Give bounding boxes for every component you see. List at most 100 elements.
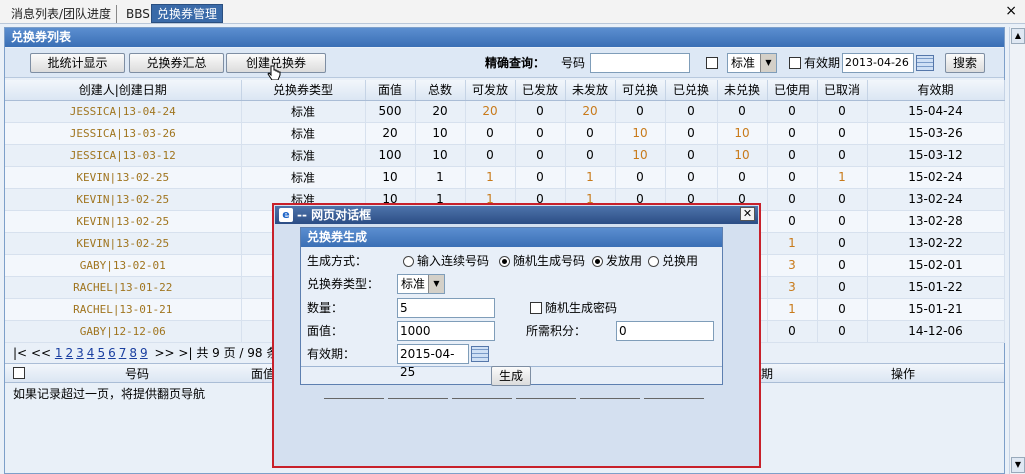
col-unissued[interactable]: 未发放: [565, 80, 616, 101]
dialog-expiry-input[interactable]: 2015-04-25: [397, 344, 469, 379]
creator-date-cell: JESSICA|13-03-12: [5, 144, 242, 167]
radio-redeem-label: 兑换用: [662, 254, 699, 268]
tab-bbs[interactable]: BBS: [121, 5, 155, 23]
col-action: 操作: [891, 367, 916, 381]
toolbar: 批统计显示 兑换券汇总 创建兑换券 精确查询： 号码 标准 ▼ 有效期 2013…: [5, 48, 1004, 81]
next-page-link[interactable]: >>: [154, 346, 174, 360]
col-unredeemed[interactable]: 未兑换: [717, 80, 768, 101]
generate-button[interactable]: 生成: [491, 366, 531, 386]
tab-messages[interactable]: 消息列表/团队进度: [6, 5, 118, 23]
batch-stats-button[interactable]: 批统计显示: [30, 53, 125, 73]
face-value-label: 面值：: [307, 324, 344, 338]
page-link[interactable]: 1: [55, 346, 63, 360]
dialog-type-value: 标准: [401, 277, 426, 291]
expiry-label: 有效期: [804, 56, 841, 70]
page-link[interactable]: 2: [66, 346, 74, 360]
table-row[interactable]: JESSICA|13-03-12 标准 100 10 0 0 0 10 0 10 0 0 15-03-1…: [5, 144, 1005, 167]
table-cell: 20: [565, 100, 616, 123]
table-cell: 10: [615, 144, 666, 167]
col-creator-date[interactable]: 创建人|创建日期: [5, 80, 242, 101]
table-cell: 0: [817, 232, 868, 255]
prev-page-link[interactable]: <<: [31, 346, 51, 360]
page-link[interactable]: 7: [119, 346, 127, 360]
divider-line: [324, 398, 384, 399]
table-cell: 0: [465, 144, 516, 167]
creator-date-cell: KEVIN|13-02-25: [5, 210, 242, 233]
col-issuable[interactable]: 可发放: [465, 80, 516, 101]
page-summary: 共 9 页 / 98 条: [196, 346, 279, 360]
close-icon[interactable]: ×: [1005, 3, 1017, 19]
table-cell: 20: [465, 100, 516, 123]
col-expiry[interactable]: 有效期: [867, 80, 1005, 101]
radio-random-label: 随机生成号码: [513, 254, 586, 268]
table-cell: 0: [515, 166, 566, 189]
table-cell: 标准: [241, 166, 366, 189]
radio-sequential[interactable]: [403, 256, 414, 267]
dialog-close-icon[interactable]: ✕: [740, 207, 755, 221]
table-row[interactable]: KEVIN|13-02-25 标准 10 1 1 0 1 0 0 0 0 1 15-02-24: [5, 166, 1005, 189]
col-issued[interactable]: 已发放: [515, 80, 566, 101]
table-cell: 0: [665, 122, 718, 145]
type-label: 兑换券类型：: [307, 277, 380, 291]
first-page-link[interactable]: |<: [13, 346, 27, 360]
type-select[interactable]: 标准 ▼: [727, 53, 777, 73]
page-link[interactable]: 9: [140, 346, 148, 360]
number-input[interactable]: [590, 53, 690, 73]
page-link[interactable]: 5: [97, 346, 105, 360]
last-page-link[interactable]: >|: [178, 346, 192, 360]
face-value-input[interactable]: 1000: [397, 321, 495, 341]
divider-line: [452, 398, 512, 399]
calendar-icon[interactable]: [471, 346, 489, 362]
calendar-icon[interactable]: [916, 55, 934, 71]
col-redeemable[interactable]: 可兑换: [615, 80, 666, 101]
col-face-value[interactable]: 面值: [365, 80, 416, 101]
col-redeemed[interactable]: 已兑换: [665, 80, 718, 101]
page-link[interactable]: 6: [108, 346, 116, 360]
radio-redeem[interactable]: [648, 256, 659, 267]
table-cell: 0: [767, 188, 818, 211]
voucher-summary-button[interactable]: 兑换券汇总: [129, 53, 224, 73]
expiry-input[interactable]: 2013-04-26: [842, 53, 914, 73]
table-header-row: 创建人|创建日期 兑换券类型 面值 总数 可发放 已发放 未发放 可兑换 已兑换…: [5, 80, 1005, 101]
table-cell: 10: [415, 122, 466, 145]
table-cell: 0: [515, 100, 566, 123]
qty-input[interactable]: 5: [397, 298, 495, 318]
col-total[interactable]: 总数: [415, 80, 466, 101]
scroll-down-icon[interactable]: ▼: [1011, 457, 1025, 473]
select-all-checkbox[interactable]: [13, 367, 25, 379]
random-password-checkbox[interactable]: [530, 302, 542, 314]
table-row[interactable]: JESSICA|13-03-26 标准 20 10 0 0 0 10 0 10 0 0 15-03-26: [5, 122, 1005, 145]
page-link[interactable]: 4: [87, 346, 95, 360]
page-link[interactable]: 8: [129, 346, 137, 360]
table-cell: 13-02-22: [867, 232, 1005, 255]
table-cell: 0: [665, 166, 718, 189]
col-voucher-type[interactable]: 兑换券类型: [241, 80, 366, 101]
dropdown-arrow-icon[interactable]: ▼: [760, 54, 776, 72]
table-cell: 10: [615, 122, 666, 145]
col-used[interactable]: 已使用: [767, 80, 818, 101]
dropdown-arrow-icon[interactable]: ▼: [428, 275, 444, 293]
table-cell: 0: [767, 166, 818, 189]
table-cell: 10: [717, 122, 768, 145]
table-cell: 1: [465, 166, 516, 189]
table-cell: 3: [767, 254, 818, 277]
table-cell: 0: [767, 122, 818, 145]
panel-title: 兑换券列表: [5, 28, 1004, 47]
vertical-scrollbar[interactable]: ▲ ▼: [1009, 27, 1025, 474]
table-cell: 0: [717, 166, 768, 189]
ie-icon: e: [279, 208, 293, 222]
points-input[interactable]: 0: [616, 321, 714, 341]
search-button[interactable]: 搜索: [945, 53, 985, 73]
page-link[interactable]: 3: [76, 346, 84, 360]
radio-issue[interactable]: [592, 256, 603, 267]
dialog-type-select[interactable]: 标准 ▼: [397, 274, 445, 294]
expiry-checkbox[interactable]: [789, 57, 801, 69]
tab-voucher-management[interactable]: 兑换券管理: [151, 4, 224, 23]
table-cell: 15-01-22: [867, 276, 1005, 299]
scroll-up-icon[interactable]: ▲: [1011, 28, 1025, 44]
col-cancelled[interactable]: 已取消: [817, 80, 868, 101]
table-row[interactable]: JESSICA|13-04-24 标准 500 20 20 0 20 0 0 0 0 0 15-04-2…: [5, 100, 1005, 123]
col-number: 号码: [125, 367, 150, 381]
type-checkbox[interactable]: [706, 57, 718, 69]
radio-random[interactable]: [499, 256, 510, 267]
